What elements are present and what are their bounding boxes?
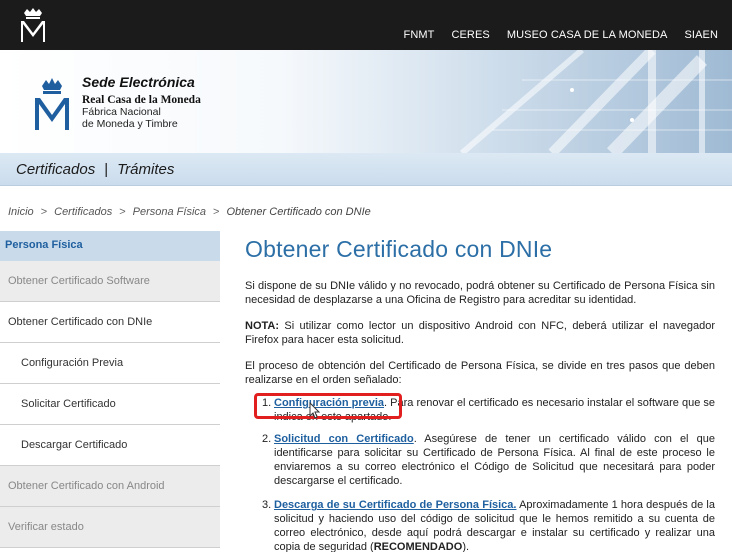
fnmt-crown-logo-icon[interactable] <box>18 6 48 44</box>
intro-paragraph: Si dispone de su DNIe válido y no revoca… <box>245 280 715 306</box>
step-3: 3. Descarga de su Certificado de Persona… <box>262 498 715 552</box>
sidebar-item-certificado-dnie[interactable]: Obtener Certificado con DNIe <box>0 302 220 343</box>
main-content: Obtener Certificado con DNIe Si dispone … <box>245 236 715 552</box>
section-link-certificados[interactable]: Certificados <box>16 161 95 178</box>
process-paragraph: El proceso de obtención del Certificado … <box>245 360 715 386</box>
nav-link-fnmt[interactable]: FNMT <box>404 29 435 41</box>
sidebar-heading[interactable]: Persona Física <box>0 231 220 261</box>
brand-block: Sede Electrónica Real Casa de la Moneda … <box>82 74 201 130</box>
nav-link-museo[interactable]: MUSEO CASA DE LA MONEDA <box>507 29 668 41</box>
breadcrumb: Inicio > Certificados > Persona Física > Obten… <box>8 206 371 218</box>
sidebar-item-solicitar-certificado[interactable]: Solicitar Certificado <box>0 384 220 425</box>
brand-line-1: Real Casa de la Moneda <box>82 94 201 106</box>
brand-line-3: de Moneda y Timbre <box>82 118 178 130</box>
breadcrumb-arrow-icon: > <box>40 206 48 218</box>
sidebar-item-certificado-android[interactable]: Obtener Certificado con Android <box>0 466 220 507</box>
section-link-tramites[interactable]: Trámites <box>117 161 174 178</box>
highlight-box <box>254 393 402 419</box>
note-paragraph: NOTA: Si utilizar como lector un disposi… <box>245 319 715 347</box>
step-text-tail: ). <box>462 541 470 552</box>
section-nav: Certificados | Trámites <box>0 153 732 186</box>
sidebar: Persona Física Obtener Certificado Softw… <box>0 231 220 552</box>
note-text: Si utilizar como lector un dispositivo A… <box>245 320 715 346</box>
site-banner: Sede Electrónica Real Casa de la Moneda … <box>0 50 732 153</box>
brand-line-2: Fábrica Nacional <box>82 106 161 118</box>
mouse-pointer-icon <box>309 402 321 419</box>
sidebar-item-certificado-software[interactable]: Obtener Certificado Software <box>0 261 220 302</box>
breadcrumb-current: Obtener Certificado con DNIe <box>226 206 371 218</box>
step-text-bold: RECOMENDADO <box>373 541 463 552</box>
brand-title: Sede Electrónica <box>82 74 195 90</box>
step-number: 3. <box>262 499 272 511</box>
nav-link-siaen[interactable]: SIAEN <box>684 29 718 41</box>
breadcrumb-inicio[interactable]: Inicio <box>8 206 34 218</box>
top-navigation: FNMT CERES MUSEO CASA DE LA MONEDA SIAEN <box>387 29 719 41</box>
breadcrumb-persona-fisica[interactable]: Persona Física <box>133 206 206 218</box>
breadcrumb-arrow-icon: > <box>213 206 220 218</box>
nav-link-ceres[interactable]: CERES <box>451 29 489 41</box>
note-label: NOTA: <box>245 320 280 332</box>
breadcrumb-arrow-icon: > <box>119 206 126 218</box>
step-2: 2. Solicitud con Certificado. Asegúrese … <box>262 432 715 488</box>
sidebar-item-configuracion-previa[interactable]: Configuración Previa <box>0 343 220 384</box>
link-solicitud-certificado[interactable]: Solicitud con Certificado <box>274 433 414 445</box>
link-descarga-certificado[interactable]: Descarga de su Certificado de Persona Fí… <box>274 499 516 511</box>
sidebar-item-verificar-estado[interactable]: Verificar estado <box>0 507 220 548</box>
top-bar: FNMT CERES MUSEO CASA DE LA MONEDA SIAEN <box>0 0 732 50</box>
step-number: 2. <box>262 433 272 445</box>
sidebar-item-descargar-certificado[interactable]: Descargar Certificado <box>0 425 220 466</box>
breadcrumb-certificados[interactable]: Certificados <box>54 206 112 218</box>
section-separator: | <box>104 161 109 178</box>
banner-decoration <box>460 50 732 153</box>
royal-mint-crest-icon[interactable] <box>30 76 74 132</box>
page-title: Obtener Certificado con DNIe <box>245 236 553 262</box>
